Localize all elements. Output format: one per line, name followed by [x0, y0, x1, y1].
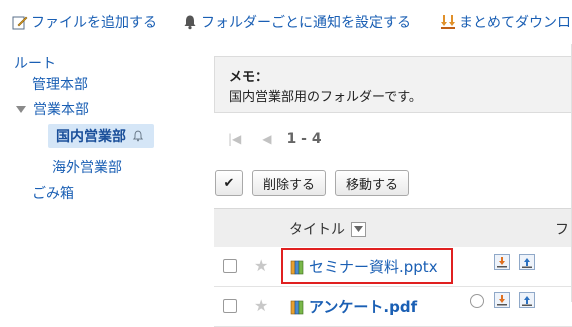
pagination: |◀ ◀ 1 - 4: [228, 130, 322, 148]
notification-bell-icon: [132, 130, 144, 142]
edit-icon: [12, 16, 28, 30]
folder-notify-link[interactable]: フォルダーごとに通知を設定する: [182, 12, 411, 32]
column-title[interactable]: タイトル: [289, 219, 366, 239]
memo-title: メモ：: [229, 70, 269, 85]
tree-item-domestic-selected[interactable]: 国内営業部: [48, 124, 154, 148]
prev-page-button[interactable]: ◀: [262, 132, 271, 146]
row-checkbox[interactable]: [223, 299, 237, 313]
star-icon[interactable]: ★: [254, 256, 268, 275]
row-checkbox[interactable]: [223, 259, 237, 273]
move-button[interactable]: 移動する: [335, 170, 409, 196]
upload-file-icon[interactable]: [519, 292, 535, 308]
add-file-label: ファイルを追加する: [31, 15, 157, 31]
collapse-triangle-icon[interactable]: [16, 105, 26, 113]
star-icon[interactable]: ★: [254, 296, 268, 315]
folder-tree: ルート 管理本部 営業本部 国内営業部 海外営業部 ごみ箱: [0, 50, 205, 302]
folder-notify-label: フォルダーごとに通知を設定する: [201, 15, 411, 31]
toolbar: ファイルを追加する フォルダーごとに通知を設定する まとめてダウンロ: [0, 0, 572, 44]
tree-item-overseas[interactable]: 海外営業部: [52, 157, 122, 177]
first-page-button[interactable]: |◀: [228, 132, 241, 146]
pdf-file-icon: [290, 300, 304, 314]
page-range: 1 - 4: [286, 131, 322, 147]
upload-file-icon[interactable]: [519, 254, 535, 270]
table-header: タイトル フ: [214, 208, 572, 247]
column-title-label: タイトル: [289, 222, 345, 238]
tree-item-sales-label: 営業本部: [33, 102, 89, 118]
download-file-icon[interactable]: [494, 292, 510, 308]
tree-item-root[interactable]: ルート: [14, 53, 56, 73]
bulk-download-link[interactable]: まとめてダウンロ: [440, 12, 571, 32]
tree-item-domestic-label: 国内営業部: [56, 129, 126, 145]
tree-item-sales[interactable]: 営業本部: [16, 99, 89, 119]
download-file-icon[interactable]: [494, 254, 510, 270]
bulk-download-label: まとめてダウンロ: [459, 15, 571, 31]
highlight-box: [281, 248, 453, 284]
select-all-button[interactable]: ✔: [215, 170, 243, 196]
bell-icon: [184, 15, 196, 30]
sort-dropdown-icon[interactable]: [351, 221, 366, 237]
file-link[interactable]: アンケート.pdf: [290, 296, 417, 317]
tree-item-trash[interactable]: ごみ箱: [32, 183, 74, 203]
folder-memo: メモ： 国内営業部用のフォルダーです。: [214, 56, 572, 113]
status-circle-icon: [470, 294, 484, 308]
download-icon: [441, 15, 455, 29]
memo-body: 国内営業部用のフォルダーです。: [229, 90, 422, 105]
file-name: アンケート.pdf: [309, 298, 418, 316]
table-row: ★ アンケート.pdf: [214, 286, 572, 327]
column-next-label: フ: [555, 222, 569, 238]
add-file-link[interactable]: ファイルを追加する: [12, 12, 157, 32]
delete-button[interactable]: 削除する: [252, 170, 326, 196]
tree-item-admin[interactable]: 管理本部: [32, 74, 88, 94]
